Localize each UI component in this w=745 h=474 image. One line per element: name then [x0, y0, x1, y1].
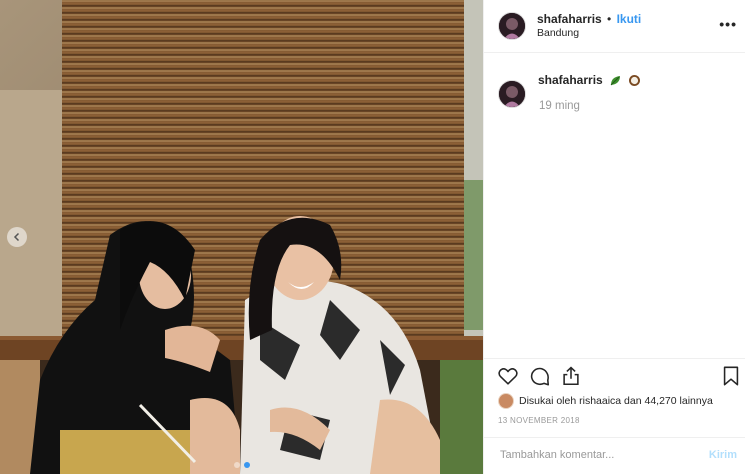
- caption-username-link[interactable]: shafaharris: [538, 73, 603, 87]
- liker-avatar: [498, 393, 514, 409]
- carousel-indicator: [0, 462, 483, 468]
- post-dialog: shafaharris • Ikuti Bandung ••• shafahar…: [0, 0, 745, 474]
- share-icon[interactable]: [560, 365, 582, 387]
- more-options-icon[interactable]: •••: [719, 16, 737, 32]
- avatar-image: [499, 13, 525, 39]
- likes-summary[interactable]: Disukai oleh rishaaica dan 44,270 lainny…: [498, 393, 713, 409]
- post-header: shafaharris • Ikuti Bandung •••: [484, 0, 745, 53]
- comment-input[interactable]: [498, 448, 692, 462]
- post-sidebar: shafaharris • Ikuti Bandung ••• shafahar…: [483, 0, 745, 474]
- comment-icon[interactable]: [529, 365, 551, 387]
- post-comment-button[interactable]: Kirim: [709, 449, 737, 461]
- leaf-emoji: [610, 76, 621, 86]
- post-photo[interactable]: [0, 0, 483, 474]
- action-bar: [484, 358, 745, 391]
- likes-text: Disukai oleh rishaaica dan 44,270 lainny…: [519, 395, 713, 407]
- header-username-row: shafaharris • Ikuti: [537, 12, 641, 26]
- heart-icon[interactable]: [497, 365, 519, 387]
- avatar[interactable]: [498, 12, 526, 40]
- carousel-dot: [233, 462, 240, 468]
- location-link[interactable]: Bandung: [537, 27, 579, 39]
- chevron-left-icon: [13, 232, 20, 242]
- comment-box: Kirim: [484, 437, 745, 474]
- post-date: 13 NOVEMBER 2018: [498, 416, 580, 425]
- photo-image: [0, 0, 483, 474]
- carousel-dot-active: [243, 462, 250, 468]
- username-link[interactable]: shafaharris: [537, 12, 602, 26]
- separator-dot: •: [607, 12, 612, 26]
- avatar-image: [499, 81, 525, 107]
- follow-button[interactable]: Ikuti: [617, 12, 642, 26]
- bookmark-icon[interactable]: [720, 365, 742, 387]
- coconut-emoji: [629, 75, 641, 87]
- carousel-prev-button[interactable]: [7, 227, 27, 247]
- caption-timestamp: 19 ming: [539, 100, 580, 112]
- caption-avatar[interactable]: [498, 80, 526, 108]
- caption-text: shafaharris: [538, 73, 641, 87]
